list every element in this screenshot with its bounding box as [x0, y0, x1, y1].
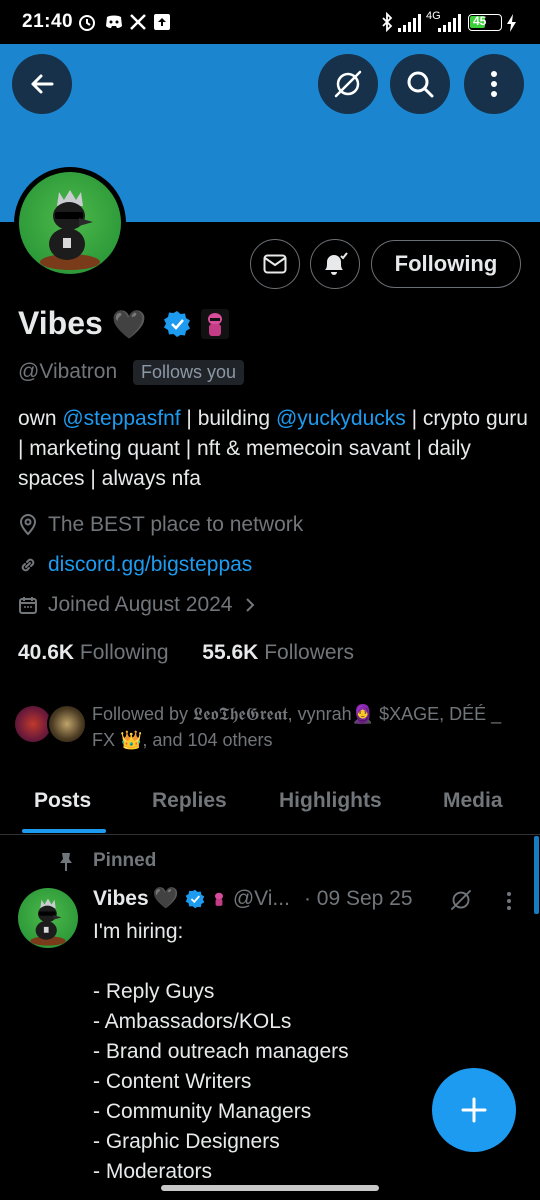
location-icon [19, 514, 37, 536]
link-icon [21, 558, 35, 572]
profile-location: The BEST place to network [18, 513, 303, 537]
grok-icon [334, 70, 362, 98]
back-arrow-icon [31, 74, 54, 94]
tab-replies[interactable]: Replies [152, 789, 227, 813]
followers-count-link[interactable]: 55.6K Followers [202, 641, 354, 664]
search-button[interactable] [390, 54, 450, 114]
grok-button[interactable] [318, 54, 378, 114]
home-indicator[interactable] [161, 1185, 379, 1191]
location-text: The BEST place to network [48, 513, 304, 536]
followed-by-text[interactable]: Followed by 𝕷𝖊𝖔𝕿𝖍𝖊𝕲𝖗𝖊𝖆𝖙, vynrah🧕 $XAGE, … [92, 701, 522, 753]
compose-button[interactable] [432, 1068, 516, 1152]
active-tab-indicator [22, 829, 106, 833]
charging-icon [507, 14, 516, 32]
avatar-image [19, 172, 121, 274]
post-author-name[interactable]: Vibes [93, 887, 149, 911]
mention-yuckyducks[interactable]: @yuckyducks [276, 407, 406, 430]
post-verified-badge-icon [185, 889, 205, 909]
signal-icon [398, 14, 421, 32]
follow-counts: 40.6K Following 55.6K Followers [18, 641, 354, 665]
battery-level: 45 [473, 14, 487, 28]
duck-avatar-small-icon [30, 898, 66, 946]
bluetooth-icon [382, 12, 393, 32]
tab-posts[interactable]: Posts [34, 789, 91, 813]
discord-icon [106, 15, 122, 28]
signal-icon-2 [438, 14, 461, 32]
profile-joined[interactable]: Joined August 2024 [18, 593, 265, 617]
post-author-avatar[interactable] [18, 888, 78, 948]
battery-icon: 45 [468, 14, 502, 31]
upload-icon [154, 14, 170, 30]
profile-name-text: Vibes [18, 305, 103, 341]
search-icon [407, 71, 434, 98]
followers-label: Followers [264, 641, 355, 664]
pin-icon [60, 853, 72, 871]
profile-name: Vibes 🖤 [18, 305, 147, 342]
affiliate-badge-icon[interactable] [201, 309, 229, 339]
duck-avatar-icon [40, 190, 100, 270]
bell-subscribed-icon [325, 252, 348, 275]
bio-text-2: | building [180, 407, 276, 430]
chevron-right-icon [245, 598, 254, 612]
scrollbar[interactable] [534, 836, 539, 914]
follows-you-badge: Follows you [133, 360, 245, 385]
post-grok-icon[interactable] [449, 888, 473, 912]
status-bar: 21:40 4G 45 [0, 0, 540, 44]
following-button[interactable]: Following [371, 240, 521, 288]
tab-media[interactable]: Media [443, 789, 503, 813]
profile-tabs: Posts Replies Highlights Media [0, 784, 540, 835]
message-button[interactable] [250, 239, 300, 289]
profile-avatar[interactable] [14, 167, 126, 279]
followers-count: 55.6K [202, 641, 259, 664]
post-affiliate-badge-icon [214, 892, 223, 906]
profile-handle: @Vibatron [18, 360, 118, 383]
post-date: · 09 Sep 25 [303, 887, 413, 910]
website-link[interactable]: discord.gg/bigsteppas [48, 553, 252, 577]
name-emoji: 🖤 [111, 309, 147, 340]
mail-icon [263, 254, 287, 274]
profile-website[interactable]: discord.gg/bigsteppas [18, 553, 252, 577]
joined-text: Joined August 2024 [48, 593, 233, 616]
x-logo-icon [130, 14, 146, 30]
post-text: I'm hiring: - Reply Guys - Ambassadors/K… [93, 920, 349, 1183]
alarm-icon [79, 15, 95, 31]
following-count-link[interactable]: 40.6K Following [18, 641, 169, 664]
following-count: 40.6K [18, 641, 75, 664]
status-time: 21:40 [22, 11, 74, 32]
post-header: Vibes 🖤 @Vi... · 09 Sep 25 [93, 887, 413, 911]
more-vertical-icon [491, 71, 497, 97]
verified-badge-icon[interactable] [163, 310, 191, 338]
tab-highlights[interactable]: Highlights [279, 789, 382, 813]
following-label: Following [79, 641, 169, 664]
pinned-label: Pinned [93, 850, 157, 871]
compose-plus-icon [461, 1097, 487, 1123]
calendar-icon [19, 597, 37, 614]
back-button[interactable] [12, 54, 72, 114]
follower-avatar-2[interactable] [47, 704, 87, 744]
bio-text-1: own [18, 407, 63, 430]
post-author-emoji: 🖤 [152, 887, 179, 910]
mention-steppasfnf[interactable]: @steppasfnf [62, 407, 180, 430]
notifications-button[interactable] [310, 239, 360, 289]
post-author-handle: @Vi... [232, 887, 290, 910]
profile-bio: own @steppasfnf | building @yuckyducks |… [18, 404, 528, 494]
more-options-button[interactable] [464, 54, 524, 114]
post-more-icon[interactable] [506, 891, 512, 911]
